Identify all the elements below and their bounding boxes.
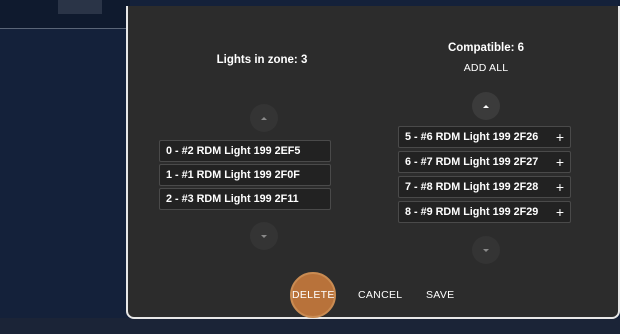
compatible-light-item[interactable]: 8 - #9 RDM Light 199 2F29 + [398, 201, 571, 223]
cancel-button[interactable]: CANCEL [358, 289, 402, 301]
save-button[interactable]: SAVE [426, 289, 454, 301]
chevron-down-icon [261, 234, 267, 238]
compatible-lights-title: Compatible: 6 [447, 42, 525, 54]
compatible-light-label: 7 - #8 RDM Light 199 2F28 [405, 181, 539, 193]
background-footer-strip [0, 318, 620, 334]
plus-icon[interactable]: + [556, 129, 564, 145]
background-tab [58, 0, 102, 14]
compatible-light-item[interactable]: 7 - #8 RDM Light 199 2F28 + [398, 176, 571, 198]
compatible-scroll-down-button[interactable] [472, 236, 500, 264]
compatible-light-item[interactable]: 5 - #6 RDM Light 199 2F26 + [398, 126, 571, 148]
plus-icon[interactable]: + [556, 204, 564, 220]
delete-button[interactable]: DELETE [292, 289, 335, 301]
compatible-light-label: 6 - #7 RDM Light 199 2F27 [405, 156, 539, 168]
zone-light-label: 0 - #2 RDM Light 199 2EF5 [166, 145, 301, 157]
plus-icon[interactable]: + [556, 154, 564, 170]
compatible-light-item[interactable]: 6 - #7 RDM Light 199 2F27 + [398, 151, 571, 173]
zone-light-item[interactable]: 1 - #1 RDM Light 199 2F0F [159, 164, 331, 186]
zone-light-item[interactable]: 2 - #3 RDM Light 199 2F11 [159, 188, 331, 210]
zone-lights-title: Lights in zone: 3 [216, 54, 308, 66]
compatible-light-label: 8 - #9 RDM Light 199 2F29 [405, 206, 539, 218]
zone-light-label: 2 - #3 RDM Light 199 2F11 [166, 193, 299, 205]
zone-light-label: 1 - #1 RDM Light 199 2F0F [166, 169, 300, 181]
chevron-up-icon [261, 116, 267, 120]
zone-light-item[interactable]: 0 - #2 RDM Light 199 2EF5 [159, 140, 331, 162]
chevron-down-icon [483, 248, 489, 252]
compatible-light-label: 5 - #6 RDM Light 199 2F26 [405, 131, 539, 143]
plus-icon[interactable]: + [556, 179, 564, 195]
compatible-scroll-up-button[interactable] [472, 92, 500, 120]
zone-scroll-up-button[interactable] [250, 104, 278, 132]
background-divider [0, 28, 130, 29]
background-header [0, 0, 130, 28]
add-all-button[interactable]: ADD ALL [446, 62, 526, 74]
zone-scroll-down-button[interactable] [250, 222, 278, 250]
chevron-up-icon [483, 104, 489, 108]
edit-zone-dialog: Lights in zone: 3 0 - #2 RDM Light 199 2… [126, 6, 620, 319]
